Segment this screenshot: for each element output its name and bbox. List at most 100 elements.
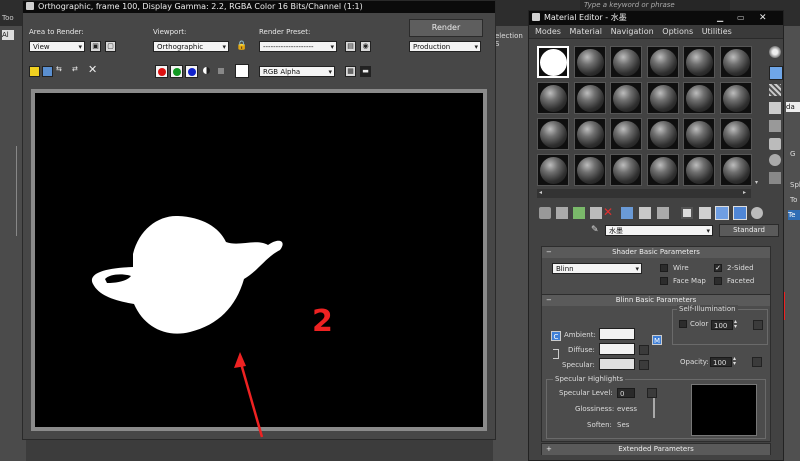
glossiness-map-slider[interactable] [653,398,655,418]
sample-slot[interactable] [646,154,679,186]
shader-rollout-header[interactable]: − Shader Basic Parameters [542,247,770,258]
two-sided-checkbox[interactable]: ✓ [714,264,722,272]
material-sphere [540,49,567,76]
self-illum-spinner-icon[interactable]: ▴ ▾ [734,319,737,330]
menu-utilities[interactable]: Utilities [702,25,732,38]
self-illum-map-button[interactable] [753,320,763,330]
sample-slot[interactable] [683,82,716,114]
make-unique-icon[interactable] [621,207,633,219]
show-end-result-icon[interactable] [699,207,711,219]
material-map-navigator-icon[interactable] [751,207,763,219]
lock-diffuse-specular-bracket[interactable] [553,349,559,359]
specular-color-swatch[interactable] [599,358,635,370]
shader-type-dropdown[interactable]: Blinn [552,263,642,275]
options-icon[interactable] [769,154,781,166]
close-icon[interactable]: ✕ [759,13,771,23]
specular-level-input[interactable]: 0 [617,388,635,398]
scroll-left-icon[interactable]: ◂ [539,190,543,196]
face-map-checkbox[interactable] [660,277,668,285]
sample-type-icon[interactable] [769,46,781,58]
sample-slot[interactable] [683,154,716,186]
minimize-icon[interactable]: ▁ [717,13,729,23]
menu-material[interactable]: Material [570,25,603,38]
sample-slot[interactable] [720,82,752,114]
material-sphere [649,121,677,148]
sample-slot[interactable] [573,82,606,114]
sample-slot[interactable] [720,154,752,186]
scroll-down-icon[interactable]: ▾ [755,179,763,187]
sample-slot[interactable] [610,82,643,114]
show-map-icon[interactable] [681,207,693,219]
sample-slot[interactable] [573,46,606,78]
sample-slot[interactable] [537,82,569,114]
video-color-check-icon[interactable] [769,120,781,132]
sample-slot[interactable] [646,82,679,114]
opacity-input[interactable]: 100 [710,357,732,367]
menu-modes[interactable]: Modes [535,25,561,38]
sample-slot[interactable] [610,118,643,150]
sample-slot[interactable] [573,118,606,150]
diffuse-map-button[interactable] [639,345,649,355]
sample-slot[interactable] [537,46,569,78]
sample-slot[interactable] [683,118,716,150]
maximize-icon[interactable]: ▭ [737,13,749,23]
go-to-parent-icon[interactable] [715,206,729,220]
sample-slot[interactable] [720,46,752,78]
material-sphere [723,85,750,112]
backlight-icon[interactable] [769,66,783,80]
sample-slot[interactable] [537,154,569,186]
menu-options[interactable]: Options [662,25,693,38]
material-sphere [686,157,714,184]
soften-input[interactable]: Ses [617,421,629,429]
ambient-color-swatch[interactable] [599,328,635,340]
select-by-material-icon[interactable] [769,172,781,184]
put-to-library-icon[interactable] [639,207,651,219]
lock-ambient-diffuse-button[interactable]: C [551,331,561,341]
material-id-icon[interactable] [657,207,669,219]
opacity-map-button[interactable] [752,357,762,367]
glossiness-input[interactable]: evess [617,405,637,413]
material-name-field[interactable]: 水墨 [605,225,713,237]
go-forward-sibling-icon[interactable] [733,206,747,220]
material-sphere [613,157,641,184]
put-to-scene-icon[interactable] [556,207,568,219]
shader-basic-rollout: − Shader Basic Parameters Blinn Wire ✓ 2-… [541,246,771,296]
eyedropper-icon[interactable]: ✎ [591,225,601,235]
sample-slot[interactable] [683,46,716,78]
self-illum-value-input[interactable]: 100 [711,320,733,330]
sample-slot[interactable] [646,118,679,150]
extended-parameters-rollout[interactable]: + Extended Parameters [541,443,771,455]
faceted-checkbox[interactable] [714,277,722,285]
specular-level-map-button[interactable] [647,388,657,398]
specular-map-button[interactable] [639,360,649,370]
material-sphere [576,85,604,112]
self-illum-color-checkbox[interactable] [679,320,687,328]
menu-navigation[interactable]: Navigation [611,25,654,38]
collapse-icon[interactable]: − [546,295,552,306]
material-editor-titlebar: Material Editor - 水墨 ▁ ▭ ✕ [529,11,783,25]
sample-slot[interactable] [610,46,643,78]
opacity-spinner-icon[interactable]: ▴ ▾ [733,356,736,367]
material-type-button[interactable]: Standard [719,224,779,237]
sample-slot[interactable] [573,154,606,186]
sample-uv-tiling-icon[interactable] [769,102,781,114]
scroll-right-icon[interactable]: ▸ [743,190,747,196]
expand-icon[interactable]: + [546,444,552,455]
map-lock-icon[interactable]: M [652,335,662,345]
get-material-icon[interactable] [539,207,551,219]
sample-slot[interactable] [610,154,643,186]
collapse-icon[interactable]: − [546,247,552,258]
sample-slot[interactable] [537,118,569,150]
make-preview-icon[interactable] [769,138,781,150]
extended-rollout-header[interactable]: + Extended Parameters [542,444,770,455]
sample-slot-scrollbar[interactable]: ◂ ▸ [537,189,751,198]
reset-map-icon[interactable] [590,207,602,219]
wire-checkbox[interactable] [660,264,668,272]
diffuse-color-swatch[interactable] [599,343,635,355]
delete-icon[interactable]: ✕ [603,205,613,219]
face-map-label: Face Map [673,277,706,285]
sample-slot[interactable] [646,46,679,78]
assign-to-selection-icon[interactable] [573,207,585,219]
background-icon[interactable] [769,84,781,96]
sample-slot[interactable] [720,118,752,150]
